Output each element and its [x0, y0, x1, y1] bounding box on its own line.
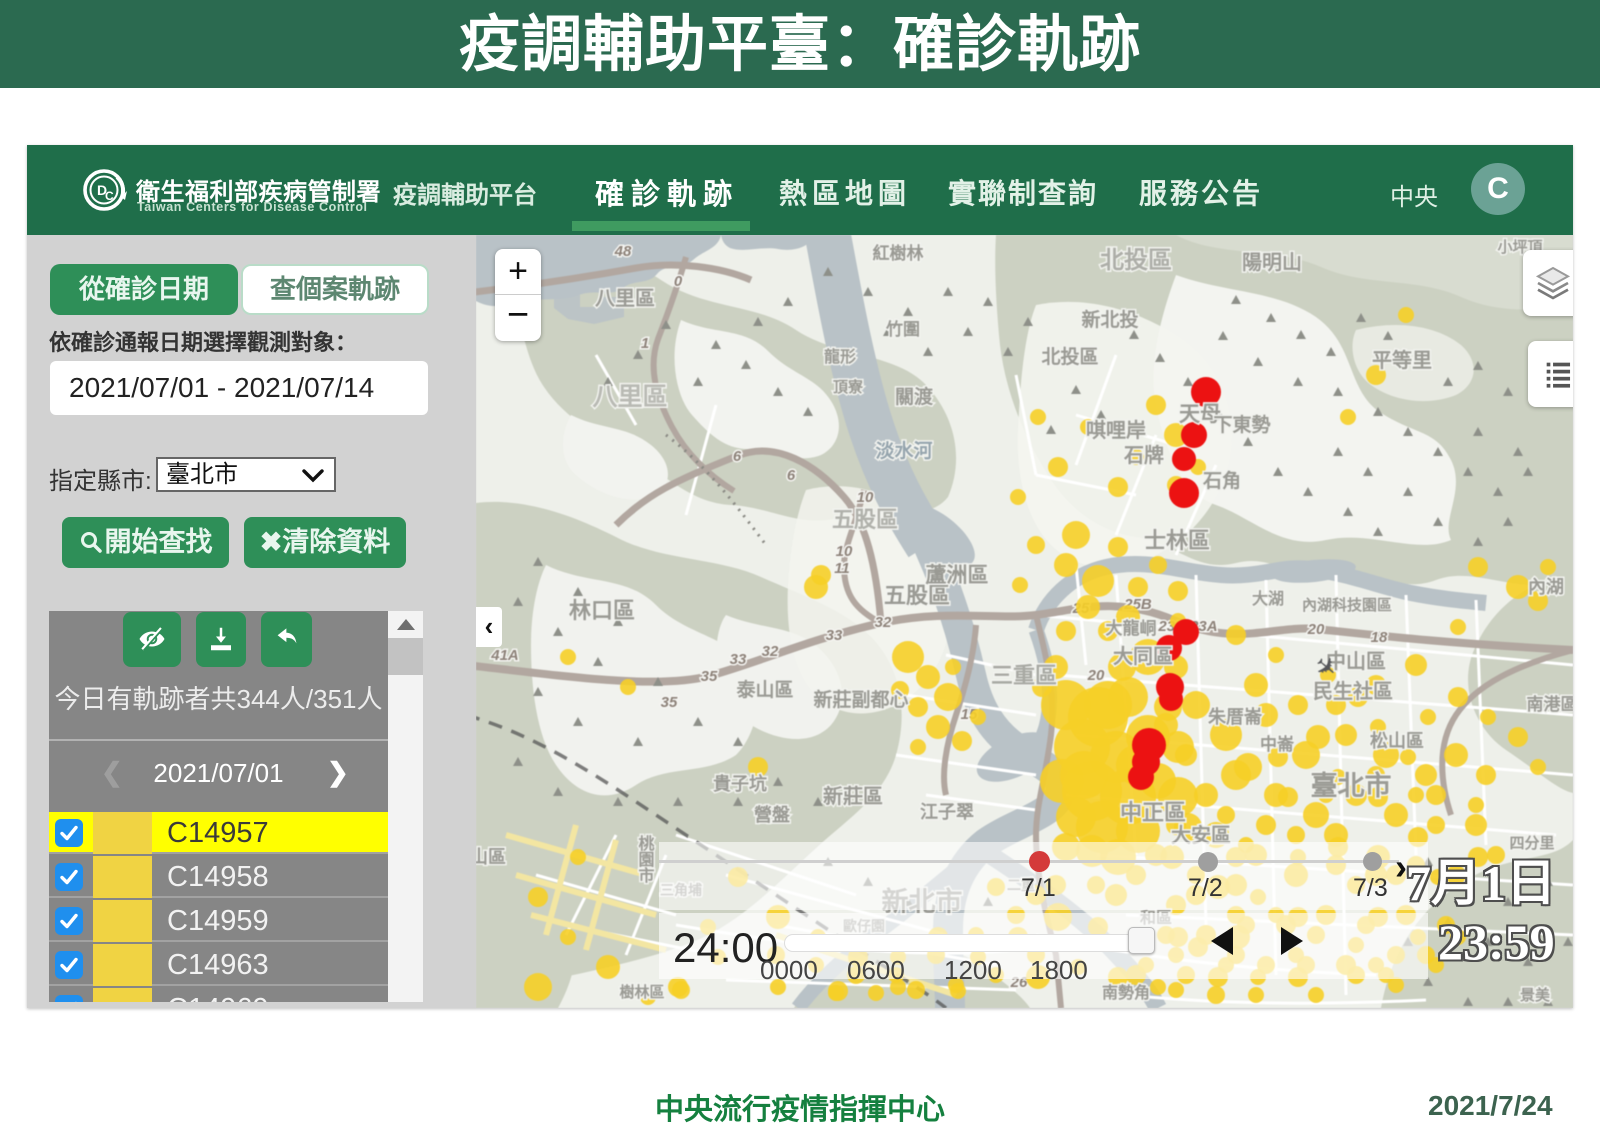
- svg-text:大龍峒: 大龍峒: [1106, 618, 1157, 638]
- svg-text:泰山區: 泰山區: [735, 678, 793, 701]
- svg-text:石牌: 石牌: [1123, 443, 1164, 467]
- svg-text:11: 11: [834, 560, 850, 577]
- svg-text:下東勢: 下東勢: [1213, 413, 1270, 436]
- svg-text:林口區: 林口區: [569, 598, 635, 623]
- svg-text:北投區: 北投區: [1100, 247, 1172, 274]
- svg-text:景美: 景美: [1520, 986, 1551, 1004]
- svg-text:20: 20: [1087, 667, 1105, 684]
- svg-text:臺北市: 臺北市: [1311, 770, 1392, 801]
- svg-text:石角: 石角: [1202, 469, 1241, 492]
- svg-text:41A: 41A: [490, 647, 519, 664]
- svg-text:0: 0: [674, 273, 683, 290]
- svg-text:朱厝崙: 朱厝崙: [1208, 706, 1263, 727]
- svg-text:淡水河: 淡水河: [875, 440, 932, 462]
- svg-text:八里區: 八里區: [592, 383, 667, 411]
- svg-text:內湖: 內湖: [1528, 577, 1564, 597]
- svg-text:18: 18: [1371, 629, 1388, 646]
- svg-text:南勢角: 南勢角: [1102, 983, 1150, 1002]
- svg-text:松山區: 松山區: [1370, 730, 1424, 751]
- svg-text:33: 33: [730, 651, 747, 668]
- svg-text:士林區: 士林區: [1144, 528, 1210, 553]
- svg-text:北投區: 北投區: [1041, 345, 1098, 368]
- svg-text:龍形: 龍形: [824, 347, 856, 366]
- svg-text:八里區: 八里區: [595, 287, 655, 310]
- svg-text:新北投: 新北投: [1081, 308, 1138, 331]
- svg-text:新莊副都心: 新莊副都心: [813, 688, 908, 711]
- svg-text:新莊區: 新莊區: [823, 784, 883, 808]
- svg-text:48: 48: [614, 243, 632, 260]
- svg-text:樹林區: 樹林區: [619, 983, 664, 1001]
- svg-text:唭哩岸: 唭哩岸: [1086, 418, 1146, 442]
- svg-text:32: 32: [875, 614, 892, 631]
- svg-text:平等里: 平等里: [1372, 348, 1432, 372]
- svg-text:10: 10: [857, 489, 874, 506]
- svg-text:35: 35: [661, 694, 678, 711]
- svg-text:頂寮: 頂寮: [833, 378, 864, 396]
- svg-text:32: 32: [762, 643, 779, 660]
- svg-text:五股區: 五股區: [832, 507, 898, 532]
- svg-text:20: 20: [1307, 621, 1325, 638]
- svg-text:C: C: [105, 189, 114, 203]
- svg-text:大同區: 大同區: [1113, 645, 1173, 668]
- svg-text:江子翠: 江子翠: [920, 802, 974, 822]
- svg-text:營盤: 營盤: [754, 804, 791, 825]
- svg-text:竹圍: 竹圍: [885, 319, 920, 339]
- svg-text:南港區: 南港區: [1527, 694, 1574, 714]
- svg-text:10: 10: [836, 543, 853, 560]
- svg-text:6: 6: [733, 448, 742, 465]
- svg-text:陽明山: 陽明山: [1242, 251, 1302, 274]
- svg-text:桃園市: 桃園市: [636, 834, 655, 884]
- svg-text:貴子坑: 貴子坑: [713, 773, 767, 794]
- svg-text:內湖科技園區: 內湖科技園區: [1302, 596, 1392, 614]
- svg-text:6: 6: [787, 467, 796, 484]
- svg-text:中正區: 中正區: [1120, 800, 1186, 825]
- svg-text:蘆洲區: 蘆洲區: [926, 564, 989, 587]
- svg-text:33: 33: [826, 627, 843, 644]
- svg-text:中崙: 中崙: [1260, 734, 1295, 754]
- svg-text:1: 1: [641, 335, 649, 352]
- svg-text:紅樹林: 紅樹林: [873, 243, 924, 263]
- svg-text:大湖: 大湖: [1252, 589, 1284, 608]
- svg-text:山區: 山區: [476, 847, 506, 867]
- svg-text:三重區: 三重區: [991, 663, 1057, 688]
- svg-text:35: 35: [701, 668, 718, 685]
- svg-text:關渡: 關渡: [895, 385, 934, 408]
